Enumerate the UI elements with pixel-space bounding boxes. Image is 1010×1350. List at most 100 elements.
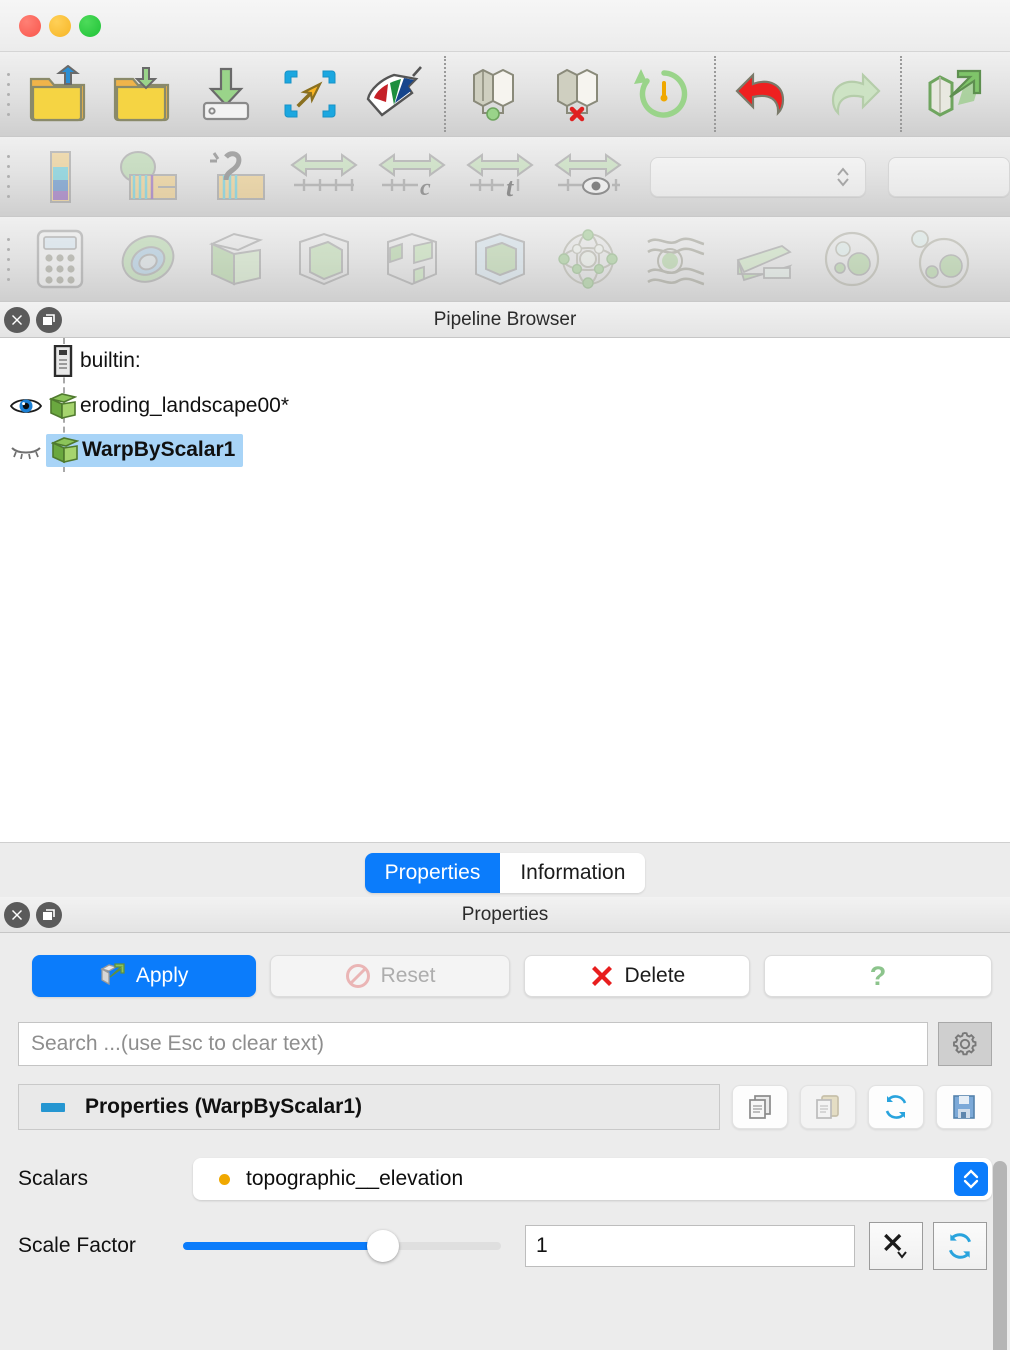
search-input[interactable]: Search ...(use Esc to clear text) [18,1022,928,1066]
visibility-toggle-visible[interactable] [6,395,46,417]
pipeline-item-selected-highlight[interactable]: WarpByScalar1 [46,433,244,467]
dataset-icon [48,436,82,464]
toolbar-separator [444,56,446,132]
properties-section-row: Properties (WarpByScalar1) [0,1066,1010,1130]
save-state-icon[interactable] [184,58,268,130]
representation-combo[interactable] [888,156,1010,197]
stream-tracer-icon[interactable] [632,225,720,293]
chevron-updown-icon [963,1169,979,1189]
refresh-icon [885,1095,907,1119]
scalars-select[interactable]: topographic__elevation [193,1158,992,1200]
reset-label: Reset [380,964,436,987]
help-button[interactable]: ? [763,955,992,997]
rescale-visible-icon[interactable] [544,143,632,211]
group-datasets-icon[interactable] [808,225,896,293]
apply-label: Apply [135,964,189,987]
rescale-temporal-icon[interactable]: c [368,143,456,211]
properties-action-buttons: Apply Reset Delete ? [0,933,1010,997]
properties-panel-title: Properties [461,903,549,925]
colormap-edge-icon[interactable] [994,58,1010,130]
properties-search-row: Search ...(use Esc to clear text) [0,997,1010,1066]
tab-properties[interactable]: Properties [364,853,501,893]
properties-scrollbar[interactable] [993,1161,1007,1350]
calculator-icon[interactable] [16,225,104,293]
scale-factor-reset-button[interactable] [933,1222,987,1270]
delete-label: Delete [624,964,686,987]
extract-subset-icon[interactable] [456,225,544,293]
open-file-icon[interactable] [16,58,100,130]
properties-panel-header: Properties [0,897,1010,933]
copy-icon [749,1095,771,1119]
scale-factor-row: Scale Factor 1 [0,1222,1010,1270]
pipeline-item-builtin[interactable]: builtin: [0,338,1010,384]
toolbar-grip[interactable] [0,137,16,216]
scale-factor-slider[interactable] [183,1225,501,1267]
pipeline-item-eroding-landscape00[interactable]: eroding_landscape00* [0,384,1010,428]
scale-factor-value: 1 [536,1234,548,1257]
rescale-to-data-icon[interactable] [104,143,192,211]
paste-properties-button[interactable] [800,1085,856,1129]
warp-icon[interactable] [720,225,808,293]
save-data-icon[interactable] [100,58,184,130]
visibility-toggle-hidden[interactable] [6,439,46,461]
delete-x-icon [591,966,612,986]
pipeline-item-warpbyscalar1[interactable]: WarpByScalar1 [0,428,1010,472]
server-export-icon[interactable] [910,58,994,130]
toolbar-grip[interactable] [0,217,16,301]
copy-properties-button[interactable] [732,1085,788,1129]
colorbar-icon[interactable] [16,143,104,211]
load-state-icon[interactable] [268,58,352,130]
point-data-dot-icon [219,1173,230,1185]
delete-button[interactable]: Delete [523,955,750,997]
tab-information[interactable]: Information [500,853,646,893]
apply-button[interactable]: Apply [32,955,257,997]
minimize-window-button[interactable] [49,14,71,37]
gear-icon[interactable] [938,1022,992,1066]
extract-level-icon[interactable] [896,225,984,293]
color-map-toolbar: c t [0,137,1010,217]
pipeline-browser-header: Pipeline Browser [0,302,1010,338]
slice-icon[interactable] [280,225,368,293]
tab-group: Properties Information [364,853,646,893]
reset-session-icon[interactable] [622,58,706,130]
contour-icon[interactable] [104,225,192,293]
maximize-window-button[interactable] [79,14,101,37]
scale-factor-input[interactable]: 1 [525,1225,855,1267]
glyph-icon[interactable] [544,225,632,293]
filters-toolbar [0,217,1010,302]
scale-factor-menu-button[interactable] [869,1222,923,1270]
apply-glyph-icon [100,963,125,986]
svg-text:c: c [420,175,431,201]
close-window-button[interactable] [19,14,41,37]
disconnect-server-icon[interactable] [538,58,622,130]
properties-section-header[interactable]: Properties (WarpByScalar1) [18,1084,720,1130]
threshold-icon[interactable] [368,225,456,293]
pipeline-item-label: WarpByScalar1 [82,437,236,461]
question-mark-icon: ? [869,960,887,991]
panel-tab-strip: Properties Information [0,842,1010,897]
restore-defaults-button[interactable] [868,1085,924,1129]
properties-panel-body: Apply Reset Delete ? Search ...(use Esc … [0,933,1010,1350]
pipeline-browser[interactable]: builtin: eroding_landscape00* WarpByScal… [0,338,1010,842]
main-toolbar [0,52,1010,137]
pipeline-item-label: eroding_landscape00* [80,394,290,417]
array-selector-combo[interactable] [650,156,867,197]
rescale-custom-icon[interactable] [192,143,280,211]
undo-icon[interactable] [724,58,808,130]
rescale-time-icon[interactable]: t [456,143,544,211]
x-chevron-icon [884,1233,907,1259]
color-palette-icon[interactable] [352,58,436,130]
rescale-range-icon[interactable] [280,143,368,211]
save-as-defaults-button[interactable] [936,1085,992,1129]
window-titlebar [0,0,1010,52]
minus-icon[interactable] [41,1102,65,1112]
slider-knob[interactable] [367,1230,400,1262]
scalars-label: Scalars [18,1167,89,1190]
redo-icon[interactable] [808,58,892,130]
toolbar-grip[interactable] [0,52,16,136]
clip-icon[interactable] [192,225,280,293]
scalars-stepper[interactable] [954,1162,988,1196]
scale-factor-label: Scale Factor [18,1234,136,1257]
connect-server-icon[interactable] [454,58,538,130]
reset-button[interactable]: Reset [270,955,510,997]
